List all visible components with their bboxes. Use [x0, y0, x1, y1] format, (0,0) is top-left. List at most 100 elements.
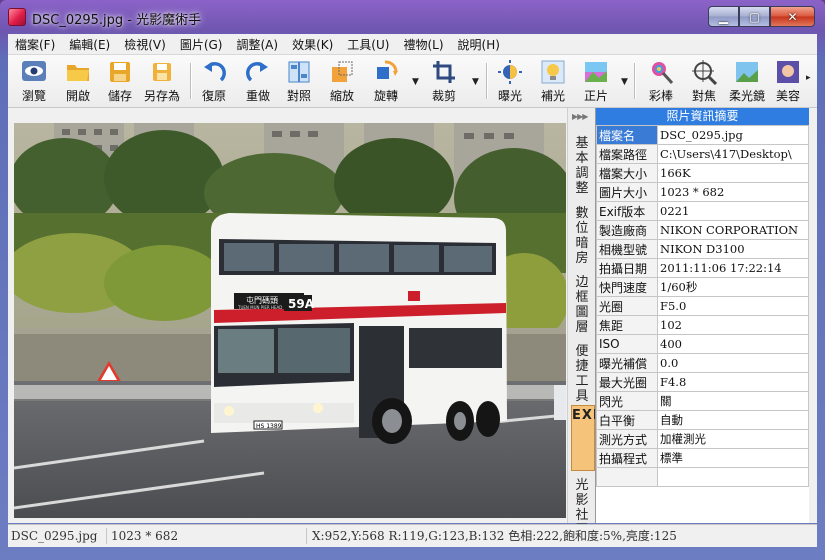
table-row[interactable]: 拍攝日期 2011:11:06 17:22:14 [596, 258, 809, 278]
save-as-button[interactable]: 另存為 [140, 59, 184, 104]
table-row[interactable]: 製造廠商 NIKON CORPORATION [596, 220, 809, 240]
table-row[interactable]: 光圈 F5.0 [596, 296, 809, 316]
resize-button[interactable]: 縮放 [320, 59, 364, 104]
tab-digital-darkroom[interactable]: 數位暗房 [571, 206, 593, 266]
exif-key: 快門速度 [596, 277, 658, 297]
tab-digital-darkroom-label: 數位暗房 [575, 206, 589, 266]
magic-wand-icon [648, 59, 674, 85]
color-pencil-label: 彩棒 [648, 89, 673, 103]
soft-lens-button[interactable]: 柔光鏡 [725, 59, 769, 104]
crop-button[interactable]: 裁剪 [422, 59, 466, 104]
exif-value: 2011:11:06 17:22:14 [657, 258, 809, 278]
table-row[interactable]: 快門速度 1/60秒 [596, 277, 809, 297]
exposure-button[interactable]: 曝光 [488, 59, 532, 104]
collapse-arrows-icon[interactable]: ▶▶▶ [572, 112, 589, 121]
table-row[interactable]: 圖片大小 1023 * 682 [596, 182, 809, 202]
photo-info-panel: 照片資訊摘要 檔案名 DSC_0295.jpg 檔案路徑 C:\Users\417\D… [595, 108, 809, 523]
disk-icon [107, 59, 133, 85]
toolbar-separator [634, 63, 636, 99]
maximize-button[interactable]: ▢ [739, 6, 770, 27]
undo-label: 復原 [201, 89, 226, 103]
compare-icon [286, 59, 312, 85]
tab-exif[interactable]: EXIF [571, 405, 608, 471]
photo-canvas: 屯門碼頭 TUEN MUN PIER HEAD 59A HS 1389 [14, 123, 566, 518]
rotate-icon [373, 59, 399, 85]
title-bar[interactable]: DSC_0295.jpg - 光影魔術手 ▁ ▢ ✕ [0, 0, 825, 34]
positive-dropdown-icon[interactable]: ▼ [621, 77, 628, 87]
compare-button[interactable]: 對照 [277, 59, 321, 104]
table-row[interactable] [596, 467, 809, 487]
open-button[interactable]: 開啟 [56, 59, 100, 104]
status-image-size: 1023 * 682 [108, 528, 307, 544]
table-row[interactable]: 焦距 102 [596, 315, 809, 335]
exif-value: 1023 * 682 [657, 182, 809, 202]
crop-dropdown-icon[interactable]: ▼ [472, 77, 479, 87]
save-as-icon [149, 59, 175, 85]
lightbulb-icon [540, 59, 566, 85]
table-row[interactable]: 最大光圈 F4.8 [596, 372, 809, 392]
tab-basic-adjust[interactable]: 基本調整 [571, 136, 593, 196]
tab-basic-adjust-label: 基本調整 [575, 136, 589, 196]
menu-adjust[interactable]: 調整(A) [229, 36, 285, 53]
exif-key: ISO [596, 334, 658, 354]
exif-value: 自動 [657, 410, 809, 430]
menu-file[interactable]: 檔案(F) [8, 36, 62, 53]
operator-logo [408, 291, 420, 301]
menu-view[interactable]: 檢視(V) [117, 36, 173, 53]
close-icon: ✕ [787, 9, 798, 24]
table-row[interactable]: ISO 400 [596, 334, 809, 354]
exif-value: 標準 [657, 448, 809, 468]
menu-help[interactable]: 說明(H) [451, 36, 507, 53]
table-row[interactable]: 檔案大小 166K [596, 163, 809, 183]
status-filename: DSC_0295.jpg [8, 528, 107, 544]
beauty-button[interactable]: 美容 [770, 59, 806, 104]
color-pencil-button[interactable]: 彩棒 [639, 59, 683, 104]
browse-button[interactable]: 瀏覽 [12, 59, 56, 104]
menu-effects[interactable]: 效果(K) [285, 36, 340, 53]
exif-value: 加權測光 [657, 429, 809, 449]
tab-frame-layer[interactable]: 边框圖層 [571, 275, 593, 335]
fill-light-button[interactable]: 補光 [531, 59, 575, 104]
exif-key: 拍攝日期 [596, 258, 658, 278]
toolbar-overflow-icon[interactable]: ▸ [806, 73, 811, 83]
menu-image[interactable]: 圖片(G) [173, 36, 230, 53]
exif-value: NIKON D3100 [657, 239, 809, 259]
table-row[interactable]: 相機型號 NIKON D3100 [596, 239, 809, 259]
exif-key: Exif版本 [596, 201, 658, 221]
resize-label: 縮放 [329, 89, 354, 103]
toolbar: 瀏覽 開啟 儲存 另存為 復原 重做 對照 縮放 旋轉 ▼ 裁剪 ▼ 曝光 補光… [8, 55, 817, 108]
caption-buttons: ▁ ▢ ✕ [708, 6, 815, 27]
menu-tools[interactable]: 工具(U) [340, 36, 396, 53]
rotate-dropdown-icon[interactable]: ▼ [412, 77, 419, 87]
exif-value: 102 [657, 315, 809, 335]
table-row[interactable]: 檔案名 DSC_0295.jpg [596, 125, 809, 145]
menu-edit[interactable]: 編輯(E) [62, 36, 117, 53]
exif-key: 曝光補償 [596, 353, 658, 373]
table-row[interactable]: Exif版本 0221 [596, 201, 809, 221]
save-button[interactable]: 儲存 [98, 59, 142, 104]
close-button[interactable]: ✕ [770, 6, 815, 27]
positive-film-button[interactable]: 正片 [574, 59, 618, 104]
table-row[interactable]: 拍攝程式 標準 [596, 448, 809, 468]
side-tab-strip: ▶▶▶ 基本調整 數位暗房 边框圖層 便捷工具 EXIF 光影社區 [567, 108, 608, 538]
exif-value: 0221 [657, 201, 809, 221]
table-row[interactable]: 白平衡 自動 [596, 410, 809, 430]
table-row[interactable]: 檔案路徑 C:\Users\417\Desktop\ [596, 144, 809, 164]
landscape-icon [734, 59, 760, 85]
app-icon[interactable] [8, 8, 26, 26]
tab-handy-tools[interactable]: 便捷工具 [571, 344, 593, 404]
table-row[interactable]: 閃光關 [596, 391, 809, 411]
rotate-button[interactable]: 旋轉 [364, 59, 408, 104]
info-panel-title: 照片資訊摘要 [596, 108, 809, 125]
image-viewer[interactable]: 屯門碼頭 TUEN MUN PIER HEAD 59A HS 1389 [14, 123, 566, 518]
exif-value: F5.0 [657, 296, 809, 316]
exif-key: 檔案名 [596, 125, 658, 145]
minimize-button[interactable]: ▁ [708, 6, 739, 27]
focus-button[interactable]: 對焦 [682, 59, 726, 104]
exif-value: NIKON CORPORATION [657, 220, 809, 240]
redo-button[interactable]: 重做 [236, 59, 280, 104]
menu-gifts[interactable]: 禮物(L) [396, 36, 450, 53]
undo-button[interactable]: 復原 [192, 59, 236, 104]
table-row[interactable]: 測光方式 加權測光 [596, 429, 809, 449]
table-row[interactable]: 曝光補償 0.0 [596, 353, 809, 373]
